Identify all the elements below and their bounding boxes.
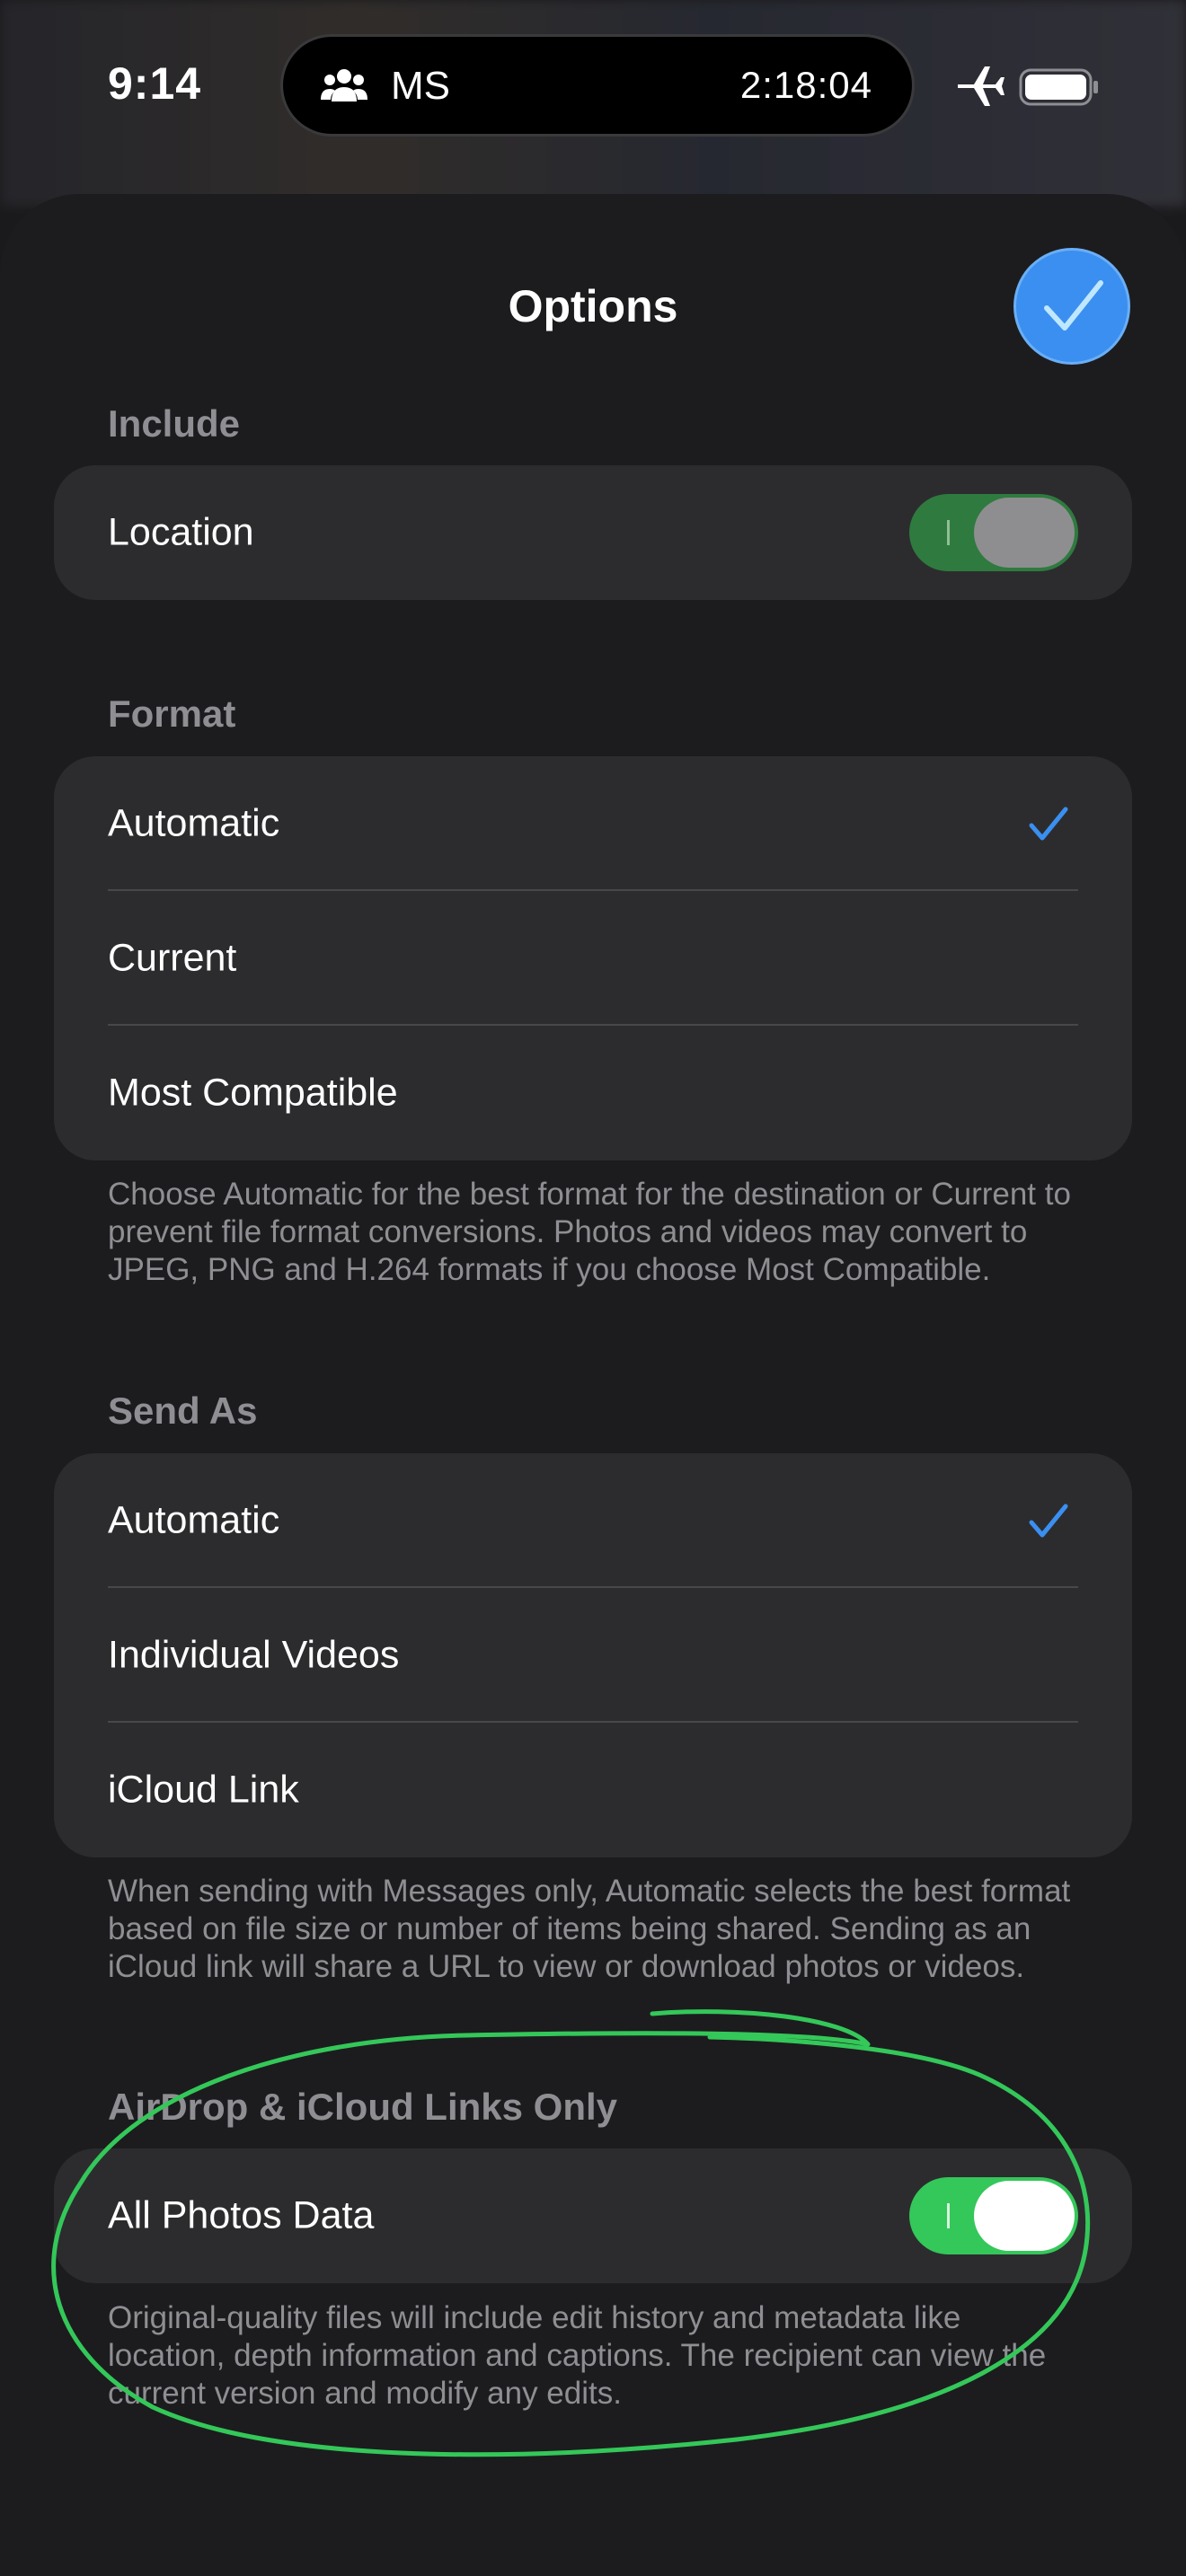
airdrop-footnote: Original-quality files will include edit… xyxy=(108,2300,1047,2411)
format-option-automatic[interactable]: Automatic xyxy=(54,756,1132,891)
send-as-option-individual-videos[interactable]: Individual Videos xyxy=(54,1588,1132,1723)
send-as-footnote: When sending with Messages only, Automat… xyxy=(108,1874,1071,1984)
format-footnote: Choose Automatic for the best format for… xyxy=(108,1177,1071,1287)
location-label: Location xyxy=(108,510,254,554)
send-as-option-icloud-link[interactable]: iCloud Link xyxy=(54,1723,1132,1857)
dynamic-island[interactable]: MS 2:18:04 xyxy=(280,34,915,137)
all-photos-data-label: All Photos Data xyxy=(108,2193,375,2237)
send-as-group: Automatic Individual Videos iCloud Link xyxy=(54,1453,1132,1857)
format-group: Automatic Current Most Compatible xyxy=(54,756,1132,1160)
sheet-title: Options xyxy=(508,281,678,331)
battery-icon xyxy=(1019,68,1098,106)
all-photos-data-row: All Photos Data xyxy=(54,2148,1132,2283)
island-label: MS xyxy=(391,64,450,108)
send-as-header: Send As xyxy=(108,1389,258,1432)
checkmark-icon xyxy=(1029,807,1068,841)
include-header: Include xyxy=(108,402,241,445)
done-button[interactable] xyxy=(1013,248,1130,365)
airdrop-group: All Photos Data xyxy=(54,2148,1132,2283)
island-timer: 2:18:04 xyxy=(739,64,872,106)
option-label: Current xyxy=(108,936,237,980)
option-label: Individual Videos xyxy=(108,1633,400,1677)
checkmark-icon xyxy=(1044,280,1103,331)
toggle-knob xyxy=(974,498,1075,568)
option-label: iCloud Link xyxy=(108,1768,299,1812)
checkmark-icon xyxy=(1029,1504,1068,1538)
option-label: Automatic xyxy=(108,801,280,845)
format-option-current[interactable]: Current xyxy=(54,891,1132,1026)
airdrop-header: AirDrop & iCloud Links Only xyxy=(108,2086,618,2128)
airplane-icon xyxy=(958,66,1005,106)
options-sheet: Options Include Location Format Automati… xyxy=(0,194,1186,2576)
option-label: Automatic xyxy=(108,1498,280,1542)
all-photos-data-toggle[interactable] xyxy=(909,2177,1078,2254)
location-toggle[interactable] xyxy=(909,494,1078,571)
send-as-option-automatic[interactable]: Automatic xyxy=(54,1453,1132,1588)
toggle-knob xyxy=(974,2181,1075,2251)
format-header: Format xyxy=(108,693,236,735)
status-time: 9:14 xyxy=(108,58,202,109)
include-group: Location xyxy=(54,465,1132,600)
people-icon xyxy=(321,69,367,101)
format-option-most-compatible[interactable]: Most Compatible xyxy=(54,1026,1132,1160)
status-bar: 9:14 MS 2:18:04 xyxy=(0,0,1186,171)
option-label: Most Compatible xyxy=(108,1071,398,1115)
location-row: Location xyxy=(54,465,1132,600)
